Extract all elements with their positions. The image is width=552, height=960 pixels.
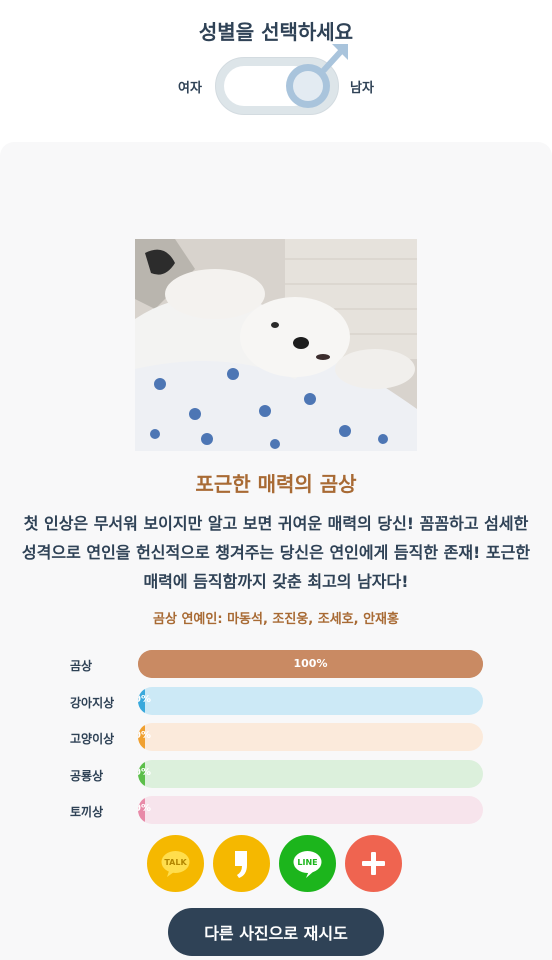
svg-text:LINE: LINE [297, 858, 317, 867]
score-label: 토끼상 [70, 805, 104, 819]
male-label[interactable]: 남자 [350, 77, 374, 96]
svg-text:TALK: TALK [164, 858, 187, 867]
more-share-button[interactable] [345, 835, 402, 892]
score-row: 고양이상 0% [0, 723, 552, 751]
retry-button[interactable]: 다른 사진으로 재시도 [168, 908, 384, 956]
male-symbol-icon[interactable] [280, 40, 352, 120]
line-icon: LINE [279, 835, 336, 892]
score-track: 100% [138, 650, 483, 678]
score-row: 토끼상 0% [0, 796, 552, 824]
gender-select-header: 성별을 선택하세요 여자 남자 [0, 0, 552, 142]
score-track: 0% [138, 796, 483, 824]
dog-photo-image [135, 239, 417, 451]
celebrity-list: 곰상 연예인: 마동석, 조진웅, 조세호, 안재홍 [153, 612, 399, 627]
score-value: 0% [138, 766, 151, 778]
result-card: 포근한 매력의 곰상 첫 인상은 무서워 보이지만 알고 보면 귀여운 매력의 … [0, 142, 552, 960]
score-value: 0% [138, 730, 151, 741]
result-description: 첫 인상은 무서워 보이지만 알고 보면 귀여운 매력의 당신! 꼼꼼하고 섬세… [21, 514, 531, 591]
score-value: 0% [138, 693, 151, 705]
gender-select-title: 성별을 선택하세요 [198, 20, 354, 44]
score-track: 0% [138, 723, 483, 751]
line-share-button[interactable]: LINE [279, 835, 336, 892]
score-label: 고양이상 [70, 732, 115, 746]
score-label: 곰상 [70, 659, 93, 673]
kakaostory-icon [213, 835, 270, 892]
kakaotalk-share-button[interactable]: TALK [147, 835, 204, 892]
score-label: 강아지상 [70, 695, 115, 710]
score-label: 공룡상 [70, 768, 104, 783]
female-label[interactable]: 여자 [178, 77, 202, 96]
plus-icon [345, 835, 402, 892]
score-row: 강아지상 0% [0, 686, 552, 715]
result-title: 포근한 매력의 곰상 [195, 472, 357, 496]
kakaotalk-icon: TALK [147, 835, 204, 892]
result-photo [135, 239, 417, 451]
kakaostory-share-button[interactable] [213, 835, 270, 892]
score-row: 곰상 100% [0, 650, 552, 678]
score-row: 공룡상 0% [0, 759, 552, 788]
score-value: 100% [293, 657, 328, 670]
score-track: 0% [138, 759, 483, 788]
score-track: 0% [138, 686, 483, 715]
score-value: 0% [138, 803, 151, 814]
